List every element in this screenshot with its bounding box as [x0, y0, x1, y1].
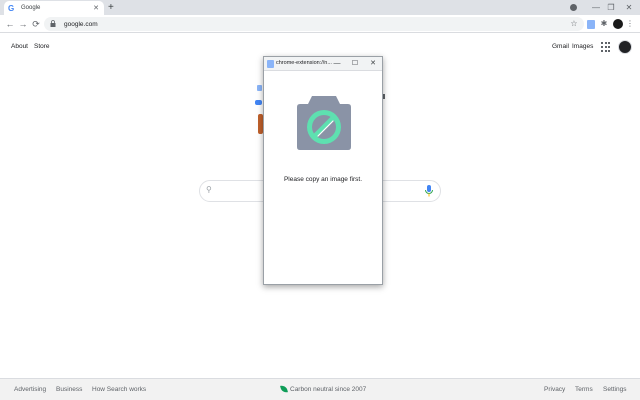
account-avatar[interactable]: [618, 40, 632, 54]
about-link[interactable]: About: [11, 43, 28, 50]
popup-message: Please copy an image first.: [283, 176, 363, 183]
tab-strip: G Google ✕ + — ❐ ✕: [0, 0, 640, 15]
popup-titlebar[interactable]: chrome-extension://n... — ☐ ✕: [264, 57, 382, 71]
extensions-puzzle-icon[interactable]: ✱: [598, 18, 610, 30]
tab-google[interactable]: G Google ✕: [4, 1, 104, 15]
new-tab-button[interactable]: +: [108, 1, 114, 14]
google-footer: Advertising Business How Search works Ca…: [0, 378, 640, 400]
carbon-neutral-link[interactable]: Carbon neutral since 2007: [290, 386, 366, 393]
images-link[interactable]: Images: [572, 43, 593, 50]
reload-button[interactable]: ⟳: [30, 17, 42, 31]
forward-button[interactable]: →: [17, 17, 29, 31]
extension-popup-window: chrome-extension://n... — ☐ ✕ Please cop…: [263, 56, 383, 285]
store-link[interactable]: Store: [34, 43, 50, 50]
clipboard-extension-icon[interactable]: [587, 20, 595, 29]
how-search-works-link[interactable]: How Search works: [92, 386, 146, 393]
business-link[interactable]: Business: [56, 386, 82, 393]
address-bar[interactable]: google.com: [44, 17, 584, 31]
chrome-menu-icon[interactable]: ⋮: [624, 18, 636, 30]
advertising-link[interactable]: Advertising: [14, 386, 46, 393]
tab-title: Google: [21, 5, 41, 11]
voice-search-mic-icon[interactable]: [424, 184, 434, 198]
popup-close-button[interactable]: ✕: [366, 58, 380, 70]
settings-link[interactable]: Settings: [603, 386, 627, 393]
lock-icon: [50, 19, 60, 29]
privacy-link[interactable]: Privacy: [544, 386, 565, 393]
gmail-link[interactable]: Gmail: [552, 43, 569, 50]
close-window-button[interactable]: ✕: [619, 0, 639, 15]
search-icon: ⚲: [206, 185, 212, 194]
doodle-fragment: [383, 94, 385, 99]
google-apps-icon[interactable]: [601, 42, 611, 52]
back-button[interactable]: ←: [4, 17, 16, 31]
leaf-icon: [280, 384, 288, 394]
popup-title: chrome-extension://n...: [276, 60, 332, 66]
profile-avatar[interactable]: [613, 19, 623, 29]
extension-favicon-icon: [267, 60, 274, 68]
doodle-fragment: [257, 85, 262, 91]
restore-window-button[interactable]: ❐: [601, 0, 621, 15]
browser-toolbar: ← → ⟳ google.com ☆ ✱ ⋮: [0, 15, 640, 33]
url-text: google.com: [64, 20, 98, 28]
google-favicon-icon: G: [8, 3, 15, 13]
bookmark-star-icon[interactable]: ☆: [568, 18, 580, 30]
popup-maximize-button[interactable]: ☐: [348, 58, 362, 70]
terms-link[interactable]: Terms: [575, 386, 593, 393]
doodle-fragment: [255, 100, 262, 105]
popup-minimize-button[interactable]: —: [330, 58, 344, 70]
tab-close-icon[interactable]: ✕: [92, 4, 100, 12]
profile-indicator-icon[interactable]: [570, 4, 577, 11]
camera-clipboard-icon: [296, 92, 352, 152]
